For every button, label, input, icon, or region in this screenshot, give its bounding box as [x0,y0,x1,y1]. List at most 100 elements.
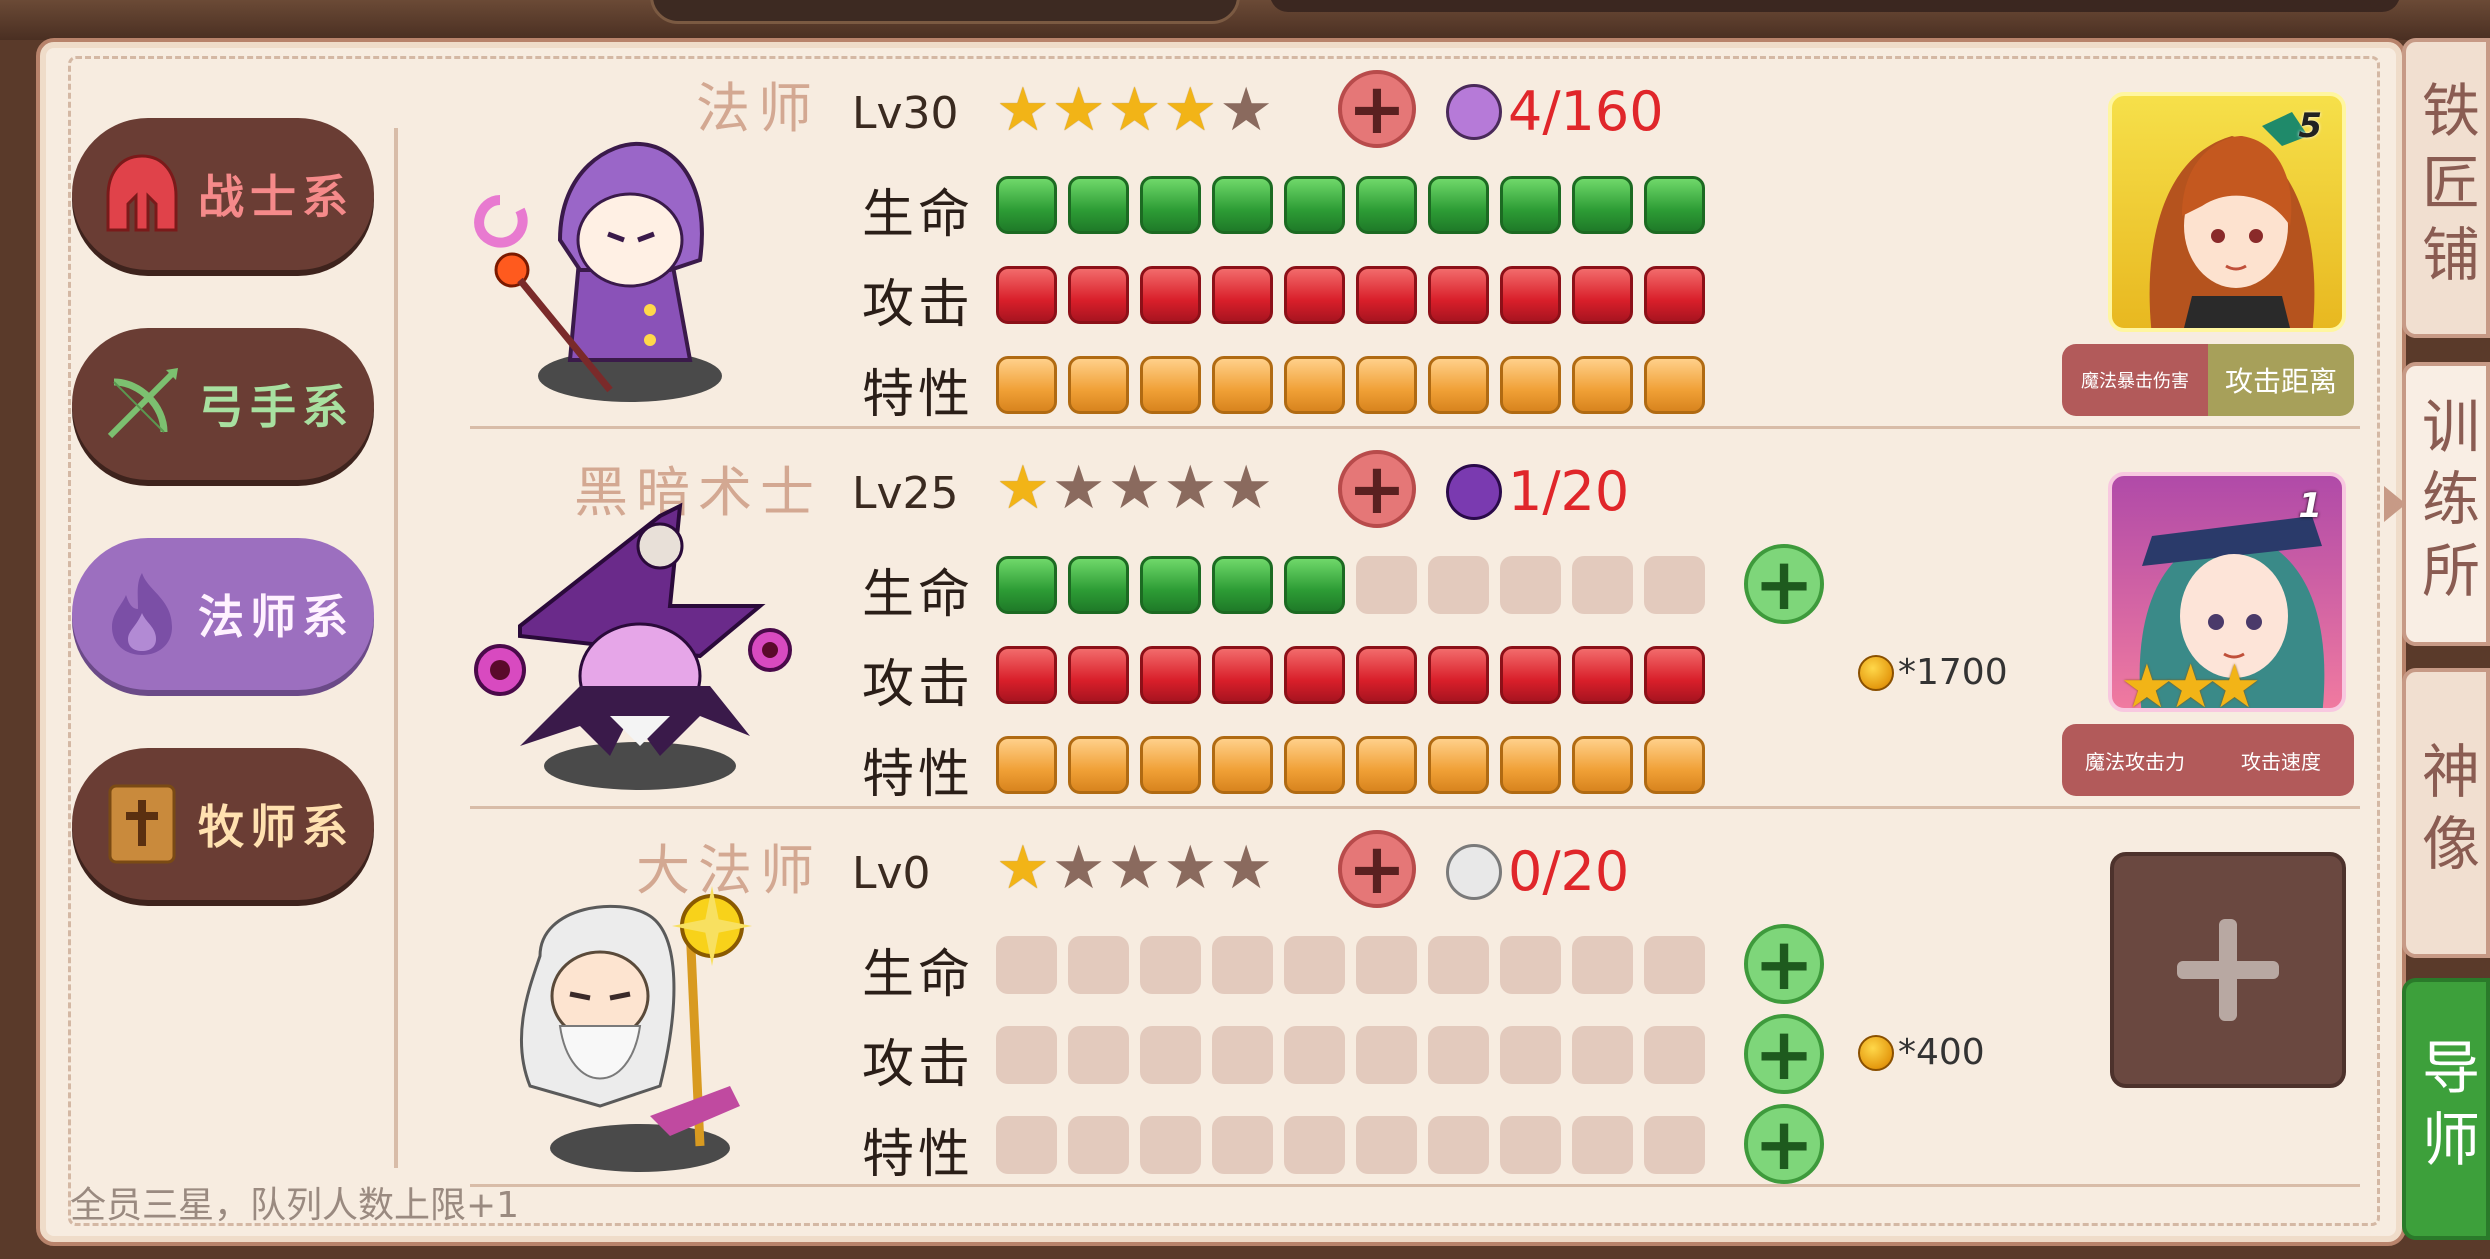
mentor-tag: 魔法攻击力 [2085,749,2185,774]
star-icon: ★ [996,75,1050,145]
stat-pip [1572,936,1633,994]
stat-pip [1284,356,1345,414]
mage-portrait [474,141,722,402]
stat-pip [1284,266,1345,324]
top-resource-strip [1270,0,2400,12]
cost-amount: *1700 [1898,652,2008,693]
class-button-priest[interactable]: 牧师系 [72,748,374,900]
stat-pip [1284,736,1345,794]
stat-pip [1068,356,1129,414]
stat-pip [1644,176,1705,234]
shard-count: 1/20 [1508,460,1630,523]
mage-head-icon [1446,83,1502,140]
upgrade-cost: *400 [1858,1032,1985,1073]
row-divider [470,426,2360,429]
tab-label: 训练所 [2412,396,2480,612]
row-divider [470,806,2360,809]
shard-count: 4/160 [1508,80,1664,143]
stat-pip [1212,266,1273,324]
stat-pip [1068,176,1129,234]
tab-training-hall[interactable]: 训练所 [2402,362,2490,646]
warlock-portrait [474,502,792,790]
stat-pip [1428,1026,1489,1084]
stat-pip [1068,1026,1129,1084]
unit-level: Lv0 [852,848,931,899]
class-button-archer[interactable]: 弓手系 [72,328,374,480]
tab-label: 导师 [2412,1037,2480,1181]
tab-mentor[interactable]: 导师 [2402,978,2490,1240]
star-rating: ★ ★ ★ ★ ★ [996,838,1273,898]
stat-pip [1572,646,1633,704]
stat-label-hp: 生命 [862,565,975,625]
stat-pip [1644,736,1705,794]
star-icon: ★ [996,833,1050,903]
mentor-card[interactable]: 5 [2108,92,2346,332]
stat-pip [1356,936,1417,994]
mentor-bonus-tags: 魔法攻击力 攻击速度 [2062,724,2354,796]
stat-pip [1284,936,1345,994]
stat-label-trait: 特性 [862,1125,975,1185]
star-upgrade-button[interactable]: + [1338,830,1416,908]
stat-pip [1644,1116,1705,1174]
stat-pip [1572,176,1633,234]
star-icon: ★ [1051,75,1106,145]
stat-pip [1356,646,1417,704]
stat-label-attack: 攻击 [862,275,975,335]
hp-upgrade-button[interactable]: + [1744,924,1824,1004]
class-button-mage[interactable]: 法师系 [72,538,374,690]
stat-pip [1356,356,1417,414]
stat-pip [1068,646,1129,704]
star-icon: ★ [1107,453,1162,523]
stat-pip [1140,556,1201,614]
trait-bar [996,356,1705,414]
stat-label-trait: 特性 [862,745,975,805]
stat-pip [1212,1116,1273,1174]
add-mentor-slot[interactable] [2110,852,2346,1088]
stat-pip [1212,646,1273,704]
stat-pip [1212,936,1273,994]
star-icon: ★ [1219,453,1273,523]
row-divider [470,1184,2360,1187]
class-label: 牧师系 [198,800,354,854]
shard-count: 0/20 [1508,840,1630,903]
stat-pip [1428,646,1489,704]
stat-pip [1140,736,1201,794]
mentor-card[interactable]: 1 ★★★ [2108,472,2346,712]
star-icon: ★ [1163,453,1218,523]
stat-pip [1428,936,1489,994]
hp-upgrade-button[interactable]: + [1744,544,1824,624]
star-upgrade-button[interactable]: + [1338,450,1416,528]
stat-pip [1428,736,1489,794]
trait-upgrade-button[interactable]: + [1744,1104,1824,1184]
stat-pip [1500,1026,1561,1084]
stat-pip [1500,356,1561,414]
star-icon: ★ [996,453,1050,523]
stat-pip [996,1026,1057,1084]
top-bar [0,0,2490,40]
stat-label-trait: 特性 [862,365,975,425]
stat-pip [1356,736,1417,794]
stat-pip [1644,936,1705,994]
star-icon: ★ [1051,833,1106,903]
stat-pip [1284,556,1345,614]
star-icon: ★ [1163,833,1218,903]
stat-pip [1068,1116,1129,1174]
stat-pip [1500,556,1561,614]
tab-blacksmith[interactable]: 铁匠铺 [2402,38,2490,338]
shard-counter: 1/20 [1446,460,1629,523]
class-button-warrior[interactable]: 战士系 [72,118,374,270]
attack-bar [996,646,1705,704]
stat-label-attack: 攻击 [862,655,975,715]
stat-pip [1068,556,1129,614]
stat-pip [1212,176,1273,234]
helmet-icon [96,148,188,240]
stat-pip [1140,1116,1201,1174]
tab-statue[interactable]: 神像 [2402,668,2490,958]
star-upgrade-button[interactable]: + [1338,70,1416,148]
stat-pip [1500,646,1561,704]
stat-pip [1140,1026,1201,1084]
stat-pip [1068,736,1129,794]
stat-pip [996,556,1057,614]
stat-pip [1068,936,1129,994]
attack-upgrade-button[interactable]: + [1744,1014,1824,1094]
